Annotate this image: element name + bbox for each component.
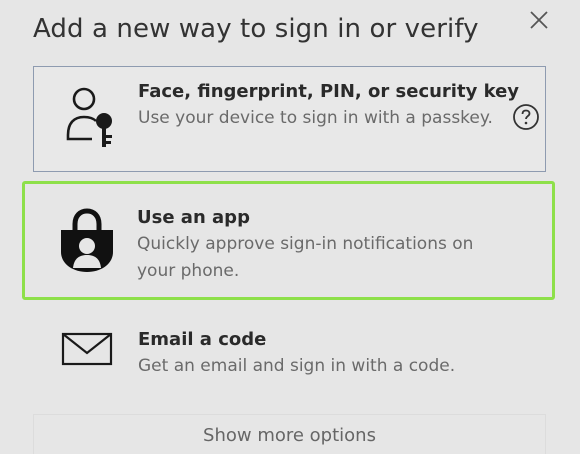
option-title: Face, fingerprint, PIN, or security key [138, 81, 520, 102]
close-button[interactable] [524, 5, 554, 35]
option-passkey[interactable]: Face, fingerprint, PIN, or security key … [33, 66, 546, 172]
show-more-options-button[interactable]: Show more options [33, 414, 546, 454]
option-description: Quickly approve sign-in notifications on… [137, 234, 474, 281]
authenticator-lock-icon [57, 208, 117, 274]
person-key-icon [64, 85, 124, 149]
option-use-app[interactable]: Use an app Quickly approve sign-in notif… [22, 181, 555, 300]
option-title: Use an app [137, 207, 250, 228]
option-email-code[interactable]: Email a code Get an email and sign in wi… [33, 316, 546, 396]
sign-in-method-dialog: Add a new way to sign in or verify Face,… [0, 0, 580, 454]
close-icon [530, 11, 548, 29]
help-button[interactable] [512, 103, 540, 131]
envelope-icon [60, 329, 114, 369]
option-description: Use your device to sign in with a passke… [138, 108, 493, 128]
option-title: Email a code [138, 329, 267, 350]
question-icon [513, 104, 539, 130]
dialog-title: Add a new way to sign in or verify [33, 14, 479, 44]
option-description: Get an email and sign in with a code. [138, 356, 456, 376]
